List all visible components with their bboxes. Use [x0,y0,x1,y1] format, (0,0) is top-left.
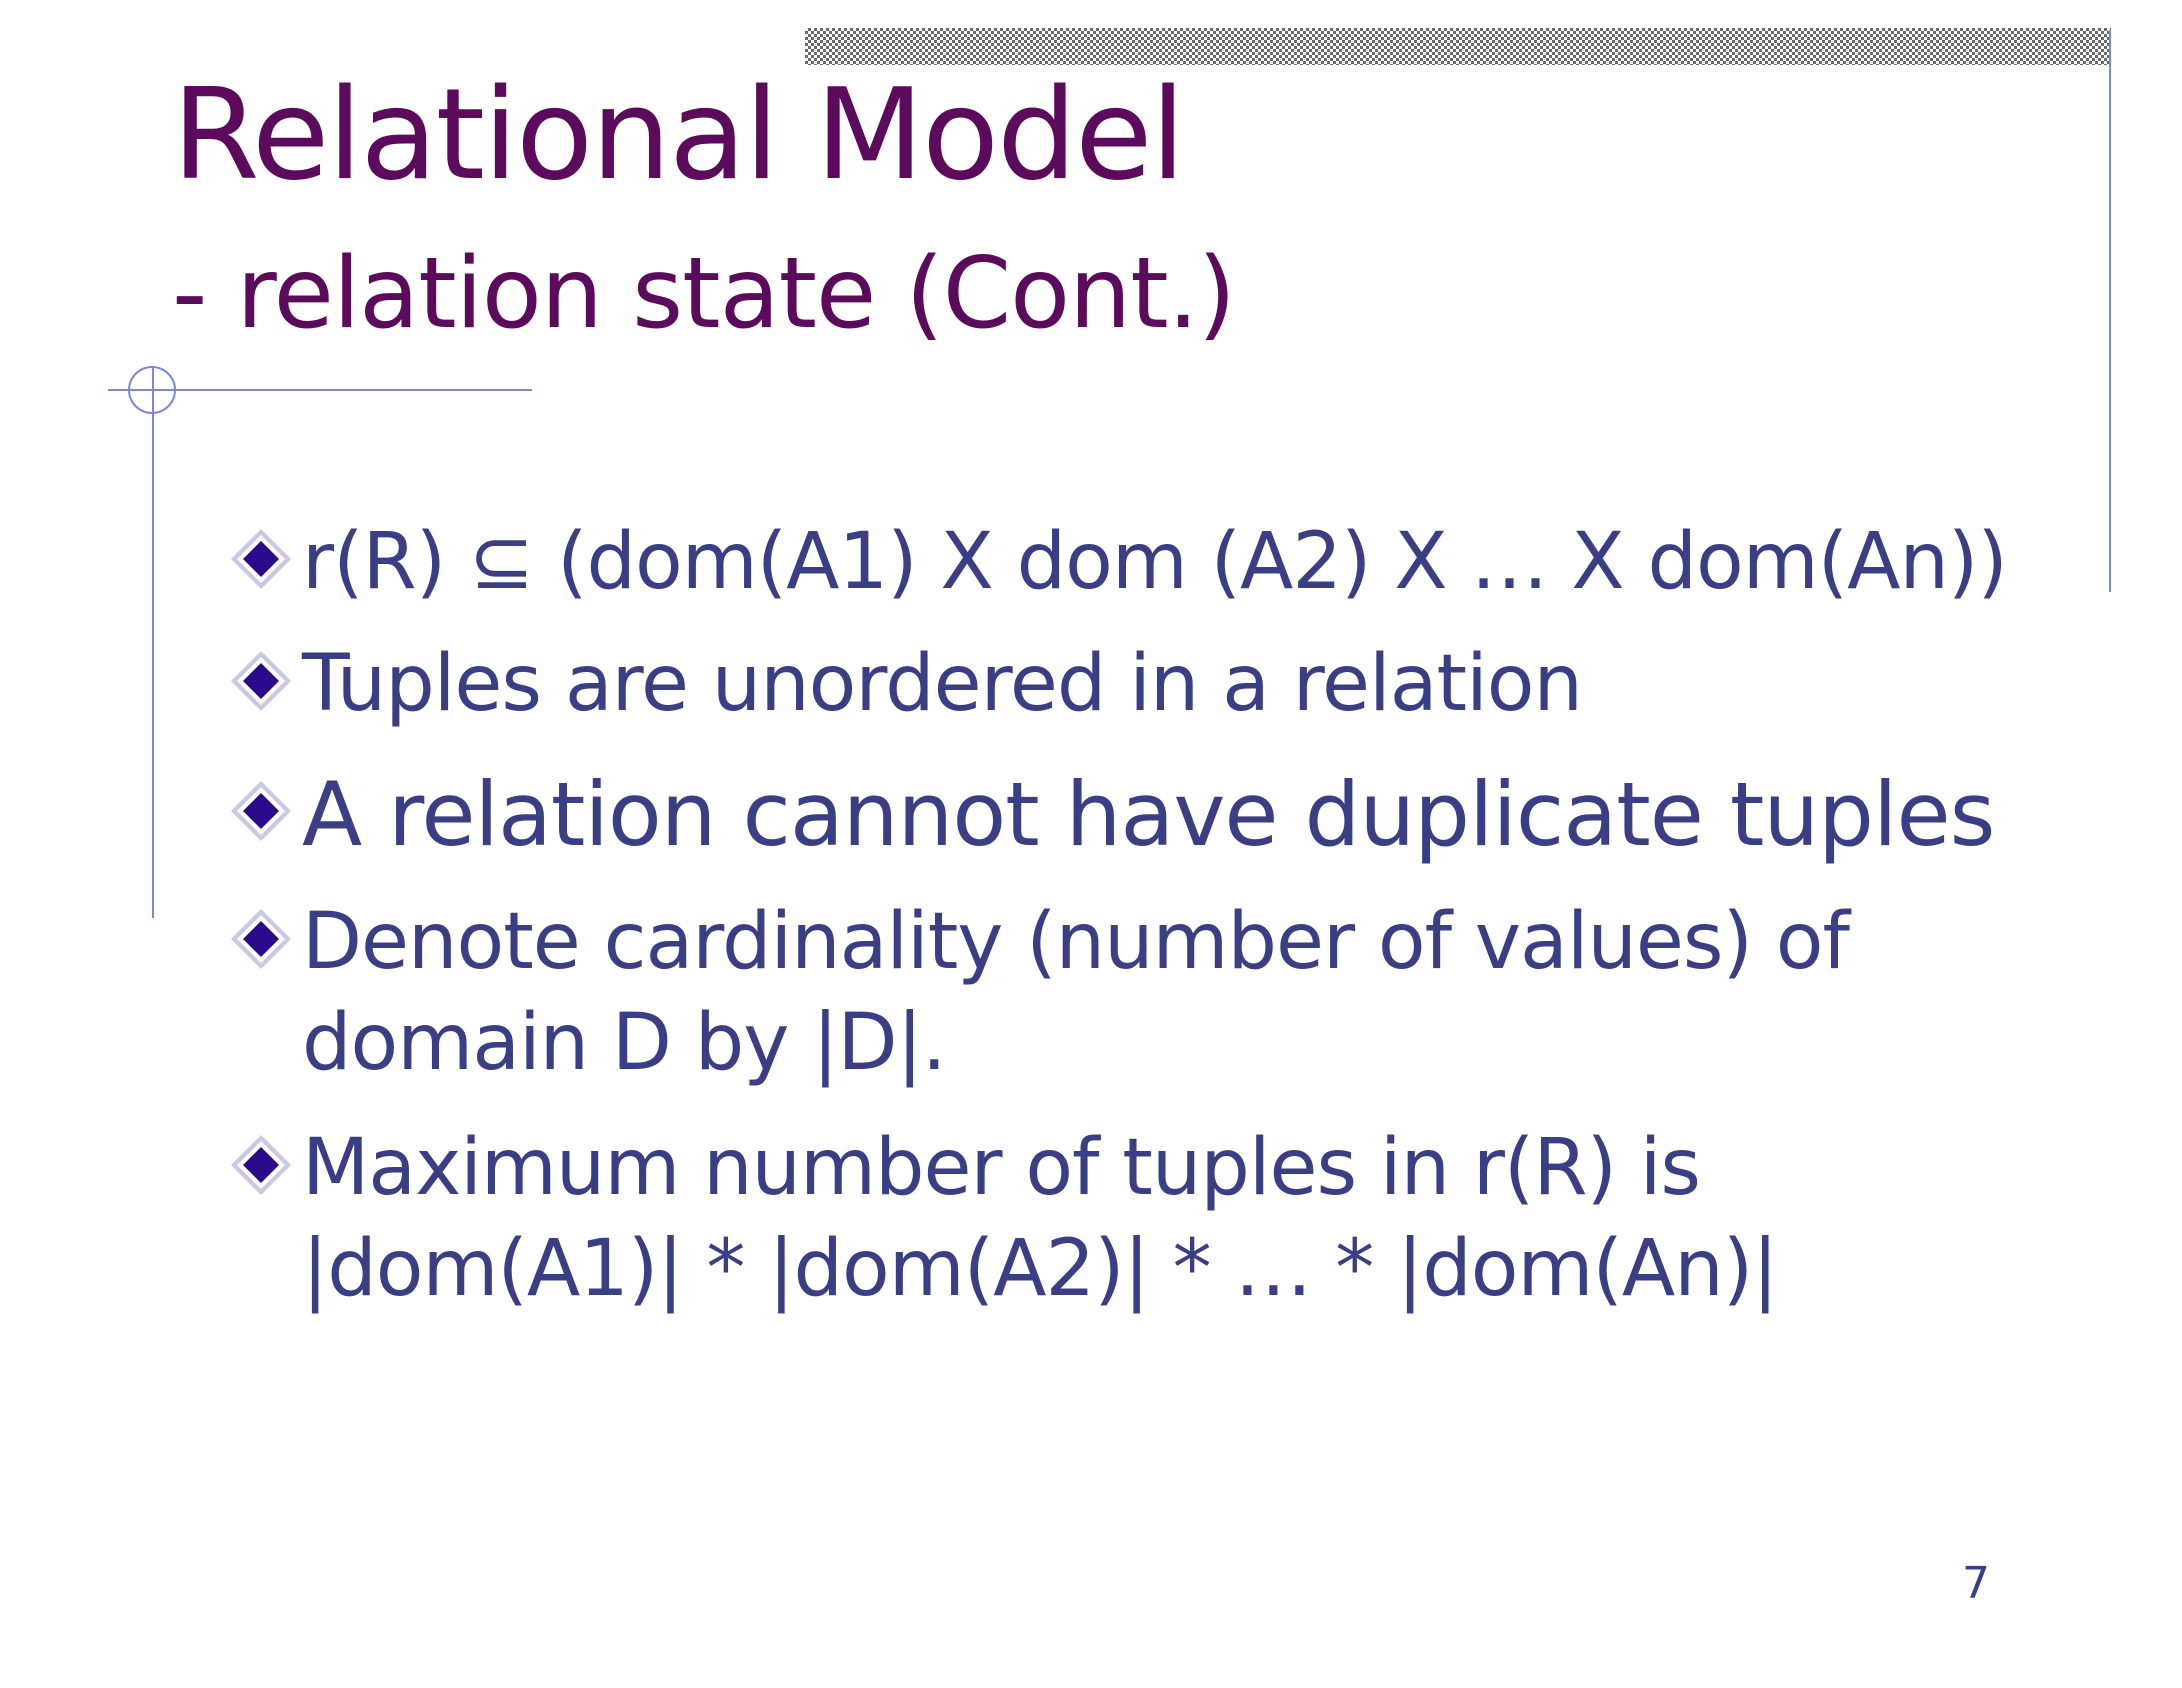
bullet-text: Denote cardinality (number of values) of… [302,892,1850,1095]
bullet-item: Tuples are unordered in a relation [228,634,1583,735]
diamond-bullet-icon [228,526,294,592]
slide-title: Relational Model [172,61,1186,208]
bullet-text: r(R) ⊆ (dom(A1) X dom (A2) X … X dom(An)… [302,517,2008,607]
bullet-text-line: domain D by |D|. [302,998,947,1089]
bullet-item: A relation cannot have duplicate tuples [228,758,1995,872]
bullet-text: Maximum number of tuples in r(R) is |dom… [302,1118,1778,1321]
checkered-header-bar [805,28,2111,65]
bullet-text: Tuples are unordered in a relation [302,639,1583,729]
diamond-bullet-icon [228,778,294,844]
slide-subtitle: - relation state (Cont.) [172,237,1236,351]
diamond-bullet-icon [228,906,294,972]
bullet-item: r(R) ⊆ (dom(A1) X dom (A2) X … X dom(An)… [228,512,2008,613]
crosshair-circle-icon [128,366,176,414]
bullet-text-line: Maximum number of tuples in r(R) is [302,1123,1701,1213]
bullet-item: Maximum number of tuples in r(R) is |dom… [228,1118,1778,1321]
bullet-item: Denote cardinality (number of values) of… [228,892,1850,1095]
slide: Relational Model - relation state (Cont.… [0,0,2182,1688]
bullet-text: A relation cannot have duplicate tuples [302,763,1995,866]
bullet-text-line: Denote cardinality (number of values) of [302,897,1850,987]
left-vertical-accent-line [152,366,154,918]
page-number: 7 [1962,1558,1990,1609]
right-accent-line [2109,30,2111,592]
bullet-text-line: |dom(A1)| * |dom(A2)| * … * |dom(An)| [302,1224,1778,1315]
diamond-bullet-icon [228,648,294,714]
diamond-bullet-icon [228,1132,294,1198]
